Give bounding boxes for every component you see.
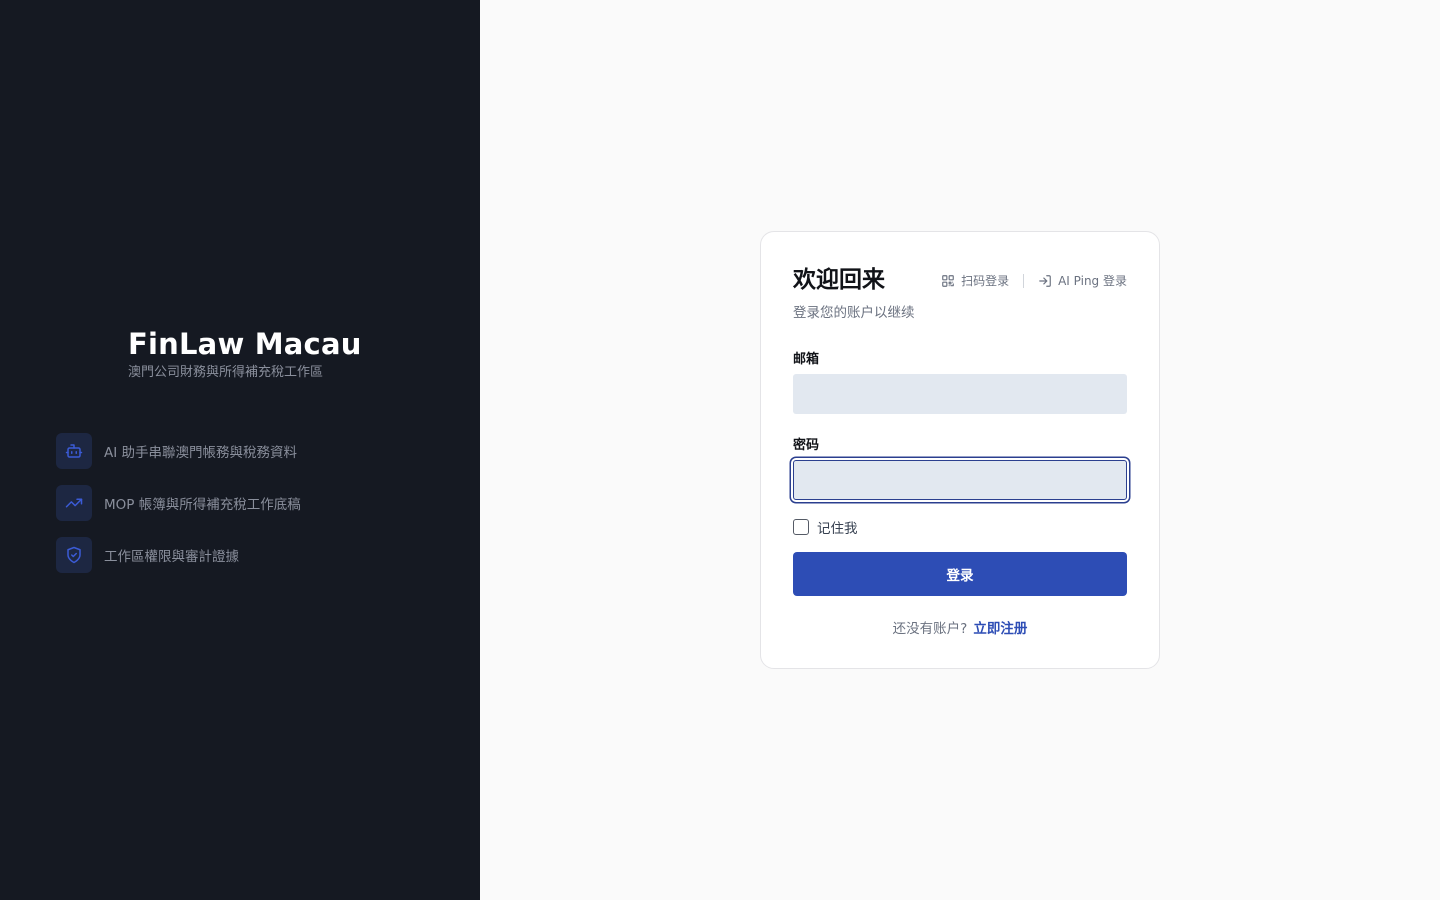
ai-ping-login-label: AI Ping 登录 <box>1058 274 1127 288</box>
email-label: 邮箱 <box>793 352 820 367</box>
login-button[interactable]: 登录 <box>793 552 1127 596</box>
feature-list: AI 助手串聯澳門帳務與稅務資料 MOP 帳簿與所得補充稅工作底稿 工作區權限與… <box>56 433 301 589</box>
remember-label: 记住我 <box>817 521 858 537</box>
feature-item-ledger: MOP 帳簿與所得補充稅工作底稿 <box>56 485 301 521</box>
email-input[interactable] <box>793 374 1127 414</box>
trending-up-icon <box>56 485 92 521</box>
password-input[interactable] <box>793 460 1127 500</box>
feature-item-ai: AI 助手串聯澳門帳務與稅務資料 <box>56 433 301 469</box>
no-account-text: 还没有账户? <box>892 621 968 637</box>
login-card: 欢迎回来 登录您的账户以继续 扫码登录 AI Ping 登录 邮箱 密码 记住我… <box>760 231 1160 669</box>
qr-code-icon <box>942 274 954 287</box>
robot-icon <box>56 433 92 469</box>
brand-title: FinLaw Macau <box>128 327 362 361</box>
feature-label: MOP 帳簿與所得補充稅工作底稿 <box>104 497 301 513</box>
feature-label: 工作區權限與審計證據 <box>104 549 239 565</box>
feature-label: AI 助手串聯澳門帳務與稅務資料 <box>104 445 298 461</box>
login-title: 欢迎回来 <box>793 267 885 293</box>
qr-login-link[interactable]: 扫码登录 <box>941 272 1009 289</box>
brand-block: FinLaw Macau 澳門公司財務與所得補充稅工作區 <box>128 326 362 382</box>
alt-login-options: 扫码登录 AI Ping 登录 <box>941 272 1127 289</box>
brand-subtitle: 澳門公司財務與所得補充稅工作區 <box>128 365 324 380</box>
remember-me: 记住我 <box>793 517 858 537</box>
log-in-icon <box>1039 274 1051 287</box>
signup-row: 还没有账户? 立即注册 <box>761 617 1159 637</box>
register-link[interactable]: 立即注册 <box>973 621 1027 637</box>
qr-login-label: 扫码登录 <box>961 274 1010 288</box>
ai-ping-login-link[interactable]: AI Ping 登录 <box>1038 272 1127 289</box>
login-subtitle: 登录您的账户以继续 <box>793 305 915 321</box>
password-label: 密码 <box>793 438 820 453</box>
brand-panel: FinLaw Macau 澳門公司財務與所得補充稅工作區 AI 助手串聯澳門帳務… <box>0 0 480 900</box>
shield-check-icon <box>56 537 92 573</box>
divider <box>1023 273 1025 288</box>
remember-checkbox[interactable] <box>793 519 809 535</box>
feature-item-security: 工作區權限與審計證據 <box>56 537 301 573</box>
